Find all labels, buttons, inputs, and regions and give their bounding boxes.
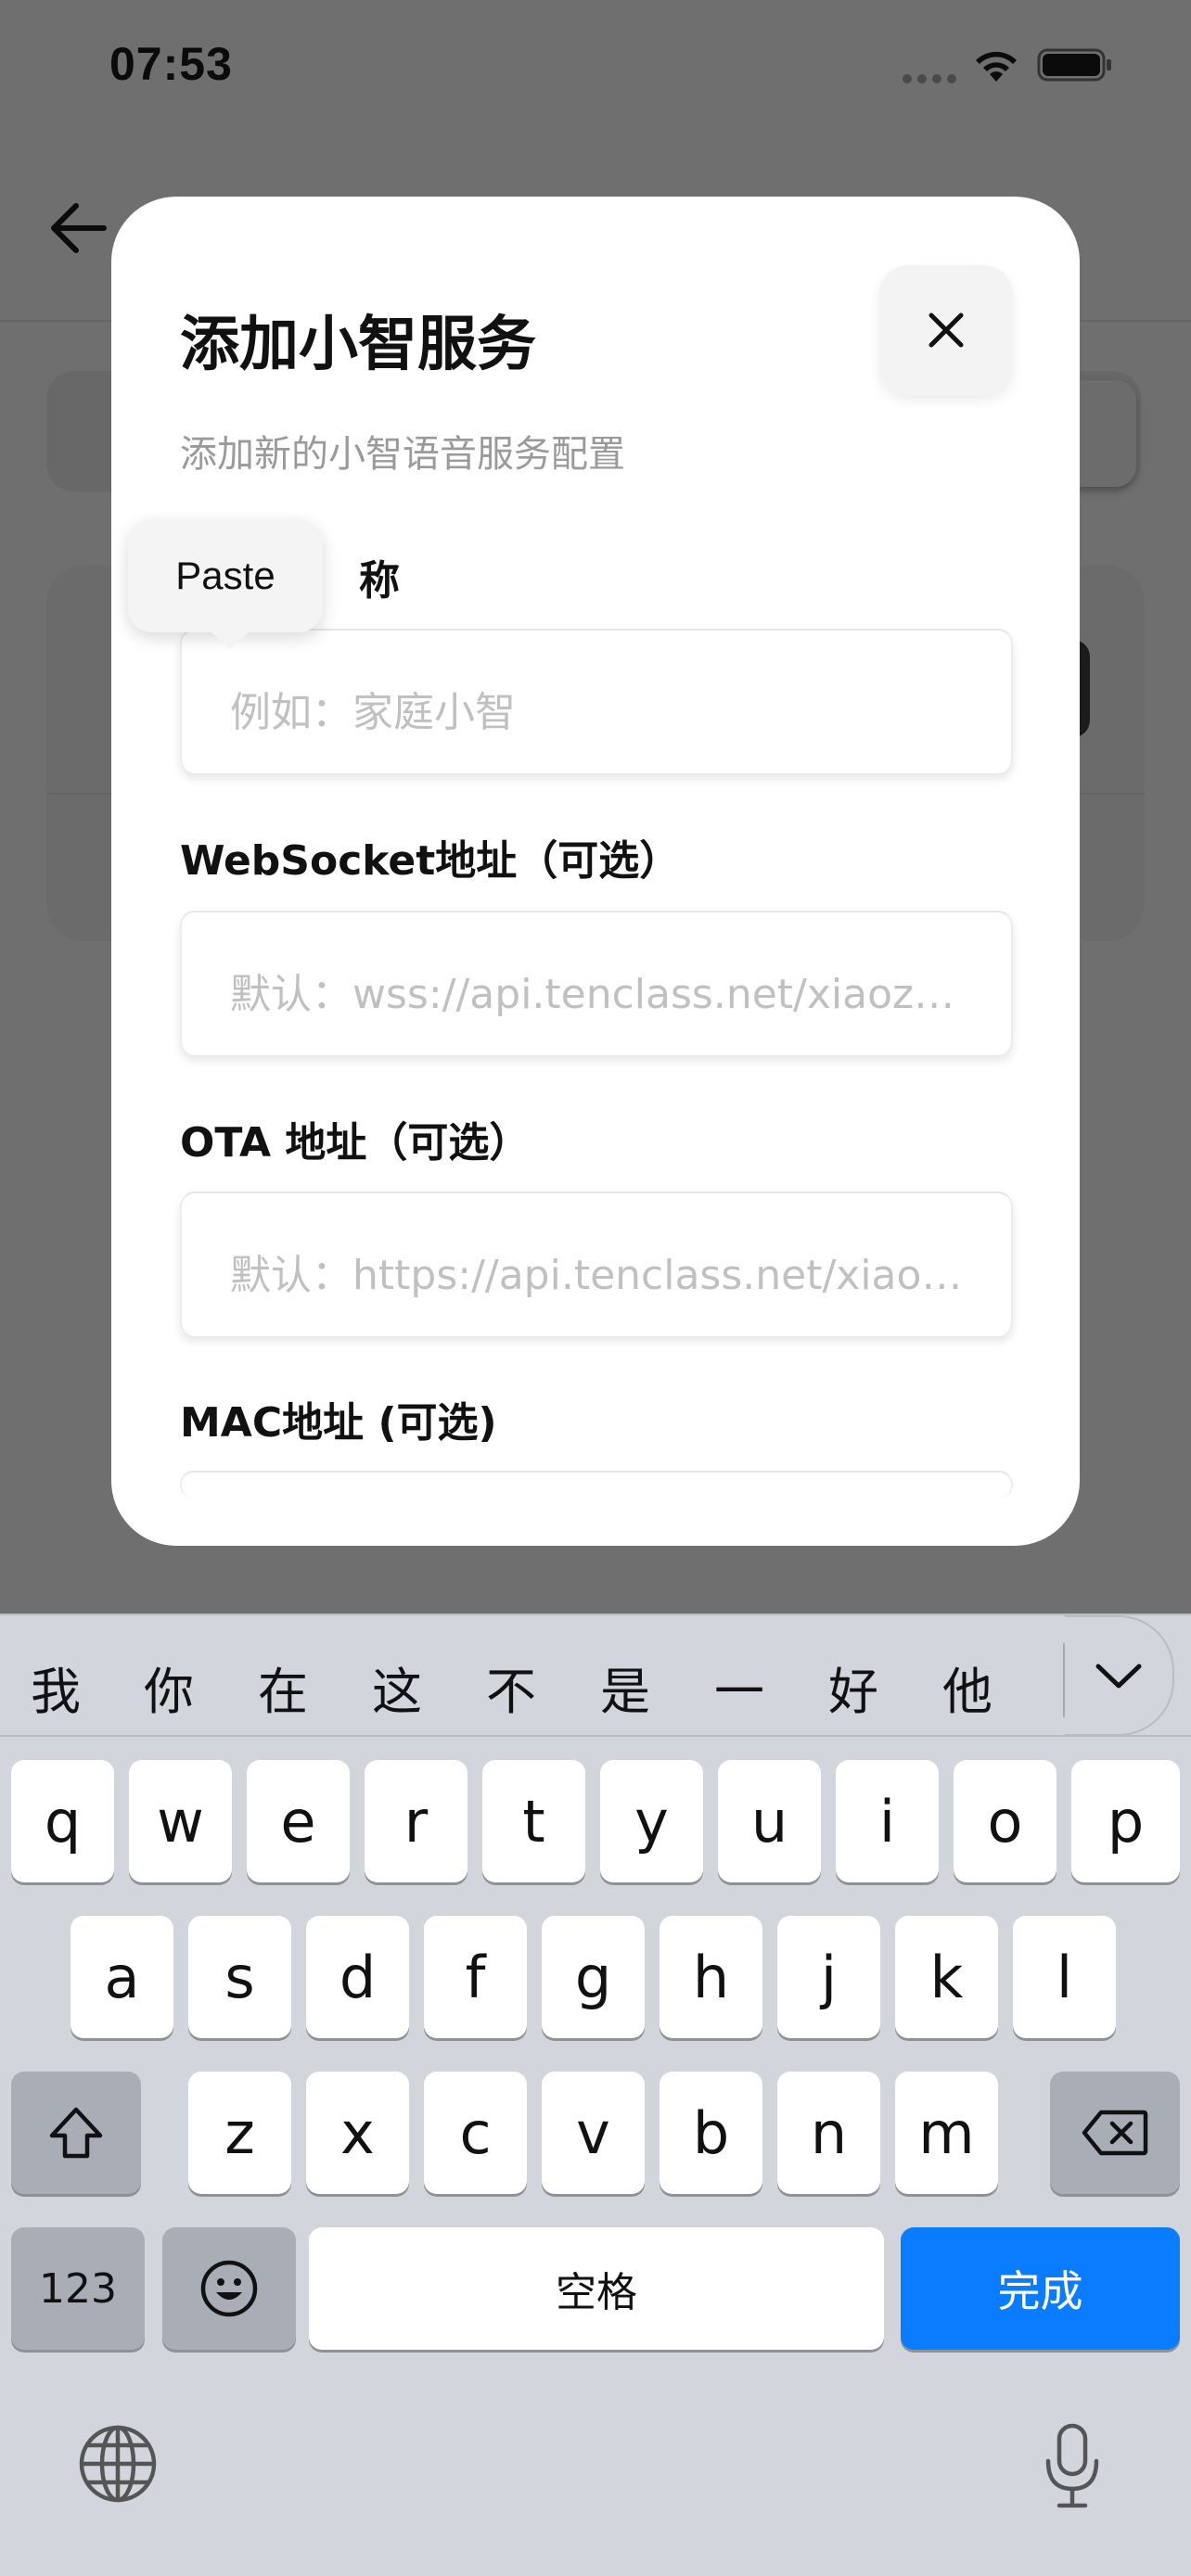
key-k[interactable]: k bbox=[895, 1916, 998, 2038]
close-button[interactable] bbox=[879, 265, 1013, 395]
candidate-bar: 我 你 在 这 不 是 一 好 他 bbox=[0, 1613, 1191, 1737]
wifi-icon bbox=[976, 51, 1017, 82]
key-s[interactable]: s bbox=[188, 1916, 291, 2038]
candidate-item[interactable]: 不 bbox=[486, 1651, 536, 1724]
keyboard: 我 你 在 这 不 是 一 好 他 q w e r t y u i o p a … bbox=[0, 1613, 1191, 2576]
key-f[interactable]: f bbox=[424, 1916, 527, 2038]
key-t[interactable]: t bbox=[482, 1760, 585, 1882]
key-w[interactable]: w bbox=[129, 1760, 232, 1882]
key-l[interactable]: l bbox=[1013, 1916, 1116, 2038]
key-c[interactable]: c bbox=[424, 2072, 527, 2194]
microphone-icon[interactable] bbox=[1043, 2422, 1102, 2511]
status-bar: 07:53 bbox=[0, 0, 1191, 139]
key-r[interactable]: r bbox=[365, 1760, 467, 1882]
key-m[interactable]: m bbox=[895, 2072, 998, 2194]
key-e[interactable]: e bbox=[247, 1760, 350, 1882]
mac-field[interactable] bbox=[180, 1471, 1013, 1498]
key-x[interactable]: x bbox=[306, 2072, 409, 2194]
candidate-item[interactable]: 好 bbox=[828, 1651, 878, 1724]
shift-key[interactable] bbox=[11, 2072, 141, 2194]
name-label: 称 bbox=[359, 557, 400, 605]
websocket-label: WebSocket地址（可选） bbox=[180, 837, 681, 885]
key-y[interactable]: y bbox=[600, 1760, 703, 1882]
signal-icon bbox=[903, 74, 956, 83]
candidate-item[interactable]: 是 bbox=[600, 1651, 650, 1724]
key-z[interactable]: z bbox=[188, 2072, 291, 2194]
key-q[interactable]: q bbox=[11, 1760, 114, 1882]
key-h[interactable]: h bbox=[660, 1916, 762, 2038]
space-key[interactable]: 空格 bbox=[309, 2227, 884, 2350]
mac-label: MAC地址 (可选) bbox=[180, 1399, 497, 1447]
candidate-item[interactable]: 你 bbox=[144, 1651, 194, 1724]
dialog-title: 添加小智服务 bbox=[180, 311, 536, 379]
dialog-subtitle: 添加新的小智语音服务配置 bbox=[180, 433, 625, 476]
key-p[interactable]: p bbox=[1071, 1760, 1180, 1882]
emoji-key[interactable] bbox=[162, 2227, 296, 2350]
key-u[interactable]: u bbox=[718, 1760, 821, 1882]
key-g[interactable]: g bbox=[542, 1916, 645, 2038]
candidate-item[interactable]: 这 bbox=[372, 1651, 422, 1724]
ota-placeholder: 默认：https://api.tenclass.net/xiaozhi/ota/ bbox=[230, 1252, 974, 1299]
back-arrow-icon bbox=[51, 203, 107, 253]
shift-icon bbox=[49, 2107, 103, 2159]
candidate-item[interactable]: 在 bbox=[258, 1651, 308, 1724]
backspace-icon bbox=[1082, 2110, 1148, 2156]
close-icon bbox=[928, 312, 964, 348]
key-b[interactable]: b bbox=[660, 2072, 762, 2194]
key-o[interactable]: o bbox=[954, 1760, 1057, 1882]
add-service-dialog: 添加小智服务 添加新的小智语音服务配置 称 例如：家庭小智 WebSocket地… bbox=[111, 197, 1080, 1546]
candidate-item[interactable]: 我 bbox=[31, 1651, 81, 1724]
websocket-field[interactable]: 默认：wss://api.tenclass.net/xiaozhi/v1/ bbox=[180, 911, 1013, 1055]
key-i[interactable]: i bbox=[836, 1760, 939, 1882]
key-n[interactable]: n bbox=[777, 2072, 880, 2194]
key-d[interactable]: d bbox=[306, 1916, 409, 2038]
candidate-item[interactable]: 他 bbox=[942, 1651, 992, 1724]
ota-field[interactable]: 默认：https://api.tenclass.net/xiaozhi/ota/ bbox=[180, 1192, 1013, 1336]
emoji-icon bbox=[200, 2260, 258, 2317]
ota-label: OTA 地址（可选） bbox=[180, 1119, 531, 1167]
key-a[interactable]: a bbox=[70, 1916, 173, 2038]
status-time: 07:53 bbox=[109, 38, 233, 90]
globe-icon[interactable] bbox=[76, 2422, 160, 2506]
name-placeholder: 例如：家庭小智 bbox=[230, 689, 516, 736]
name-field[interactable]: 例如：家庭小智 bbox=[180, 629, 1013, 773]
chevron-down-icon bbox=[1095, 1664, 1142, 1689]
key-j[interactable]: j bbox=[777, 1916, 880, 2038]
battery-icon bbox=[1037, 48, 1111, 82]
candidate-item[interactable]: 一 bbox=[714, 1651, 764, 1724]
numbers-key[interactable]: 123 bbox=[11, 2227, 145, 2350]
paste-menu-button[interactable]: Paste bbox=[128, 519, 323, 649]
expand-candidates-button[interactable] bbox=[1065, 1615, 1174, 1736]
websocket-placeholder: 默认：wss://api.tenclass.net/xiaozhi/v1/ bbox=[230, 971, 974, 1018]
done-key[interactable]: 完成 bbox=[901, 2227, 1180, 2350]
key-v[interactable]: v bbox=[542, 2072, 645, 2194]
backspace-key[interactable] bbox=[1050, 2072, 1180, 2194]
